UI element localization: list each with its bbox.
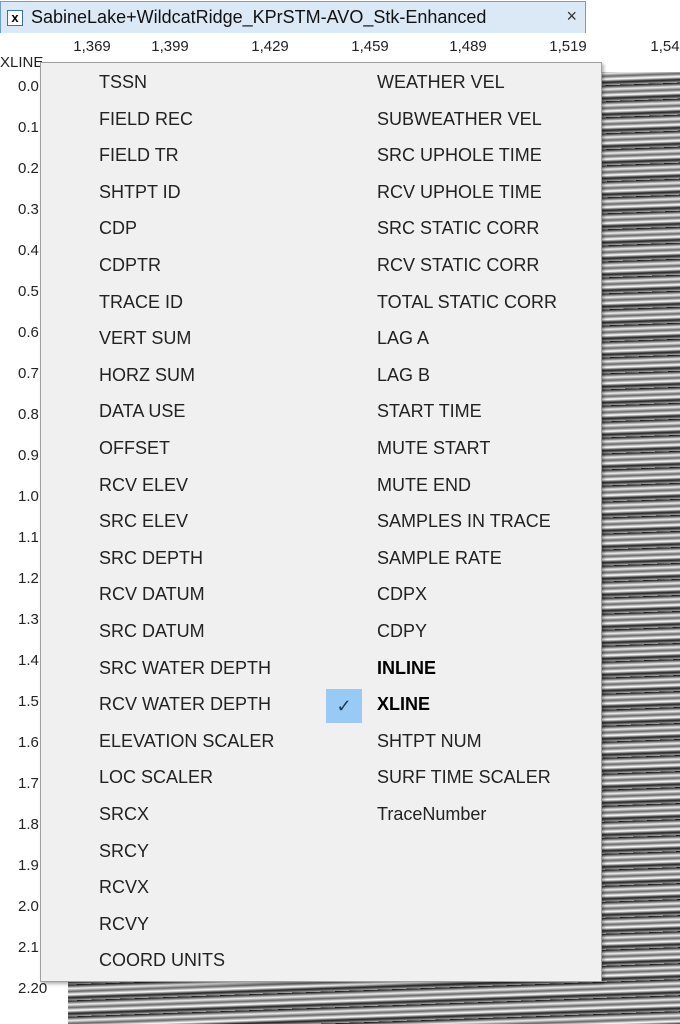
y-tick-label: 0.1 <box>18 119 39 136</box>
tab-seismic-view[interactable]: x SabineLake+WildcatRidge_KPrSTM-AVO_Stk… <box>0 1 586 33</box>
menu-item-srcy[interactable]: SRCY <box>99 841 149 862</box>
menu-item-subweather-vel[interactable]: SUBWEATHER VEL <box>377 109 542 130</box>
menu-item-src-water-depth[interactable]: SRC WATER DEPTH <box>99 658 271 679</box>
x-tick-label: 1,519 <box>549 38 587 55</box>
menu-item-field-tr[interactable]: FIELD TR <box>99 145 179 166</box>
y-tick-label: 1.4 <box>18 652 39 669</box>
menu-item-shtpt-num[interactable]: SHTPT NUM <box>377 731 482 752</box>
menu-item-rcv-static-corr[interactable]: RCV STATIC CORR <box>377 255 539 276</box>
menu-item-rcv-uphole-time[interactable]: RCV UPHOLE TIME <box>377 182 542 203</box>
menu-item-src-datum[interactable]: SRC DATUM <box>99 621 205 642</box>
x-tick-label: 1,489 <box>449 38 487 55</box>
menu-item-lag-a[interactable]: LAG A <box>377 328 429 349</box>
menu-item-surf-time-scaler[interactable]: SURF TIME SCALER <box>377 767 551 788</box>
y-tick-label: 0.5 <box>18 283 39 300</box>
header-field-menu: ✓ TSSN FIELD REC FIELD TR SHTPT ID CDP CDPTR T… <box>40 62 602 982</box>
x-tick-label: 1,429 <box>251 38 289 55</box>
y-tick-label: 1.2 <box>18 570 39 587</box>
menu-item-mute-start[interactable]: MUTE START <box>377 438 490 459</box>
x-tick-label: 1,399 <box>151 38 189 55</box>
menu-item-field-rec[interactable]: FIELD REC <box>99 109 193 130</box>
menu-item-cdptr[interactable]: CDPTR <box>99 255 161 276</box>
menu-item-shtpt-id[interactable]: SHTPT ID <box>99 182 181 203</box>
menu-item-horz-sum[interactable]: HORZ SUM <box>99 365 195 386</box>
check-icon: ✓ <box>326 689 362 723</box>
menu-item-tracenumber[interactable]: TraceNumber <box>377 804 486 825</box>
menu-item-lag-b[interactable]: LAG B <box>377 365 430 386</box>
menu-item-offset[interactable]: OFFSET <box>99 438 170 459</box>
y-tick-label: 2.0 <box>18 898 39 915</box>
y-tick-label: 2.20 <box>18 980 48 997</box>
menu-item-rcv-datum[interactable]: RCV DATUM <box>99 584 205 605</box>
menu-item-weather-vel[interactable]: WEATHER VEL <box>377 72 505 93</box>
y-tick-label: 1.8 <box>18 816 39 833</box>
tab-bar: x SabineLake+WildcatRidge_KPrSTM-AVO_Stk… <box>0 0 680 34</box>
y-tick-label: 0.3 <box>18 201 39 218</box>
menu-item-xline[interactable]: XLINE <box>377 694 430 715</box>
x-axis: 1,369 1,399 1,429 1,459 1,489 1,519 1,54 <box>0 34 680 64</box>
menu-item-cdpy[interactable]: CDPY <box>377 621 427 642</box>
menu-item-coord-units[interactable]: COORD UNITS <box>99 950 225 971</box>
y-tick-label: 1.0 <box>18 488 39 505</box>
y-tick-label: 0.4 <box>18 242 39 259</box>
y-tick-label: 1.9 <box>18 857 39 874</box>
y-tick-label: 0.6 <box>18 324 39 341</box>
menu-item-cdpx[interactable]: CDPX <box>377 584 427 605</box>
menu-item-src-elev[interactable]: SRC ELEV <box>99 511 188 532</box>
menu-item-total-static-corr[interactable]: TOTAL STATIC CORR <box>377 292 557 313</box>
y-tick-label: 1.1 <box>18 529 39 546</box>
y-tick-label: 1.5 <box>18 693 39 710</box>
y-tick-label: 0.0 <box>18 78 39 95</box>
x-tick-label: 1,54 <box>650 38 680 55</box>
menu-item-vert-sum[interactable]: VERT SUM <box>99 328 191 349</box>
y-tick-label: 1.3 <box>18 611 39 628</box>
y-tick-label: 0.2 <box>18 160 39 177</box>
menu-item-data-use[interactable]: DATA USE <box>99 401 185 422</box>
menu-item-rcv-water-depth[interactable]: RCV WATER DEPTH <box>99 694 271 715</box>
menu-item-loc-scaler[interactable]: LOC SCALER <box>99 767 213 788</box>
x-axis-label: XLINE <box>0 54 44 71</box>
menu-item-rcvy[interactable]: RCVY <box>99 914 149 935</box>
x-tick-label: 1,459 <box>351 38 389 55</box>
menu-item-cdp[interactable]: CDP <box>99 218 137 239</box>
menu-item-tssn[interactable]: TSSN <box>99 72 147 93</box>
tab-title: SabineLake+WildcatRidge_KPrSTM-AVO_Stk-E… <box>31 7 487 27</box>
menu-item-sample-rate[interactable]: SAMPLE RATE <box>377 548 502 569</box>
menu-item-src-uphole-time[interactable]: SRC UPHOLE TIME <box>377 145 542 166</box>
y-tick-label: 2.1 <box>18 939 39 956</box>
menu-item-srcx[interactable]: SRCX <box>99 804 149 825</box>
menu-item-src-static-corr[interactable]: SRC STATIC CORR <box>377 218 539 239</box>
menu-item-rcvx[interactable]: RCVX <box>99 877 149 898</box>
menu-item-start-time[interactable]: START TIME <box>377 401 482 422</box>
y-tick-label: 0.7 <box>18 365 39 382</box>
y-tick-label: 0.9 <box>18 447 39 464</box>
menu-item-inline[interactable]: INLINE <box>377 658 436 679</box>
menu-item-samples-in-trace[interactable]: SAMPLES IN TRACE <box>377 511 551 532</box>
close-icon[interactable]: × <box>566 6 577 27</box>
x-tick-label: 1,369 <box>73 38 111 55</box>
menu-item-rcv-elev[interactable]: RCV ELEV <box>99 475 188 496</box>
close-box-icon[interactable]: x <box>7 9 23 26</box>
menu-item-mute-end[interactable]: MUTE END <box>377 475 471 496</box>
menu-item-trace-id[interactable]: TRACE ID <box>99 292 183 313</box>
menu-item-elevation-scaler[interactable]: ELEVATION SCALER <box>99 731 274 752</box>
y-tick-label: 1.6 <box>18 734 39 751</box>
menu-item-src-depth[interactable]: SRC DEPTH <box>99 548 203 569</box>
y-tick-label: 0.8 <box>18 406 39 423</box>
y-tick-label: 1.7 <box>18 775 39 792</box>
